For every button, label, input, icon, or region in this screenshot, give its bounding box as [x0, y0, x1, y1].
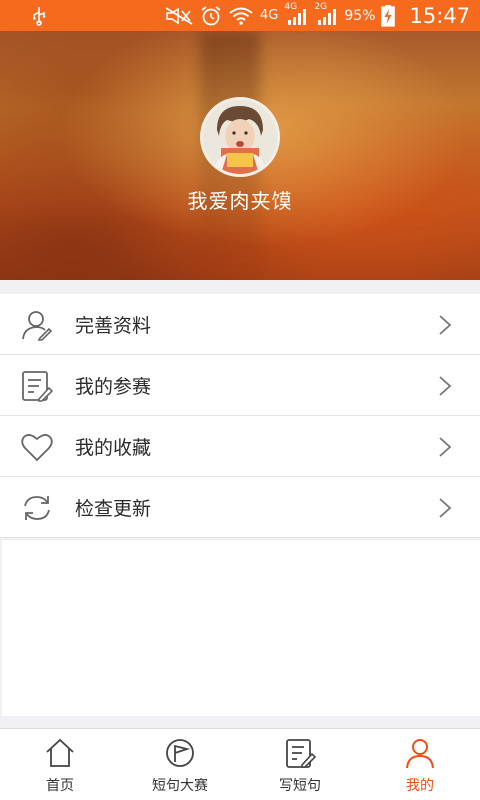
- menu-item-my-contests[interactable]: 我的参赛: [0, 355, 480, 416]
- bottom-tab-bar: 首页 短句大赛 写短句 我的: [0, 728, 480, 800]
- menu-item-edit-profile[interactable]: 完善资料: [0, 294, 480, 355]
- menu-item-label: 我的参赛: [75, 375, 152, 398]
- user-edit-icon: [22, 311, 53, 341]
- write-icon: [286, 739, 316, 768]
- avatar-photo-icon: [203, 100, 277, 174]
- refresh-icon: [24, 496, 50, 520]
- battery-charging-icon: [381, 4, 396, 27]
- menu-item-label: 检查更新: [75, 497, 152, 520]
- avatar[interactable]: [200, 97, 280, 177]
- chevron-right-icon: [439, 437, 452, 457]
- tab-contest[interactable]: 短句大赛: [120, 729, 240, 800]
- usb-icon: [30, 6, 48, 26]
- tab-label: 首页: [46, 778, 74, 794]
- profile-menu: 完善资料 我的参赛 我的收藏 检查更新: [0, 294, 480, 538]
- note-edit-icon: [22, 371, 54, 402]
- empty-content-area: [2, 540, 480, 716]
- wifi-icon: [228, 6, 254, 26]
- tab-label: 短句大赛: [152, 778, 208, 794]
- menu-item-label: 我的收藏: [75, 436, 152, 459]
- heart-icon: [21, 434, 53, 462]
- status-bar: 4G 4G 2G 95% 15:47: [0, 0, 480, 31]
- person-icon: [406, 739, 434, 769]
- clock: 15:47: [409, 3, 470, 28]
- tab-mine[interactable]: 我的: [360, 729, 480, 800]
- tab-home[interactable]: 首页: [0, 729, 120, 800]
- menu-item-check-update[interactable]: 检查更新: [0, 477, 480, 538]
- tab-label: 写短句: [279, 778, 321, 794]
- chevron-right-icon: [439, 315, 452, 335]
- chevron-right-icon: [439, 376, 452, 396]
- chevron-right-icon: [439, 498, 452, 518]
- menu-item-label: 完善资料: [75, 314, 152, 337]
- signal-sim2-icon: 2G: [314, 2, 338, 26]
- network-type-label: 4G: [259, 8, 279, 23]
- profile-header: 我爱肉夹馍: [0, 31, 480, 280]
- tab-write[interactable]: 写短句: [240, 729, 360, 800]
- alarm-icon: [200, 5, 222, 27]
- mute-icon: [164, 6, 194, 26]
- menu-item-my-favorites[interactable]: 我的收藏: [0, 416, 480, 477]
- tab-label: 我的: [406, 778, 434, 794]
- home-icon: [46, 738, 74, 767]
- username[interactable]: 我爱肉夹馍: [0, 185, 480, 214]
- battery-percent: 95%: [344, 7, 376, 24]
- flag-circle-icon: [166, 739, 194, 767]
- signal-sim1-icon: 4G: [284, 2, 308, 26]
